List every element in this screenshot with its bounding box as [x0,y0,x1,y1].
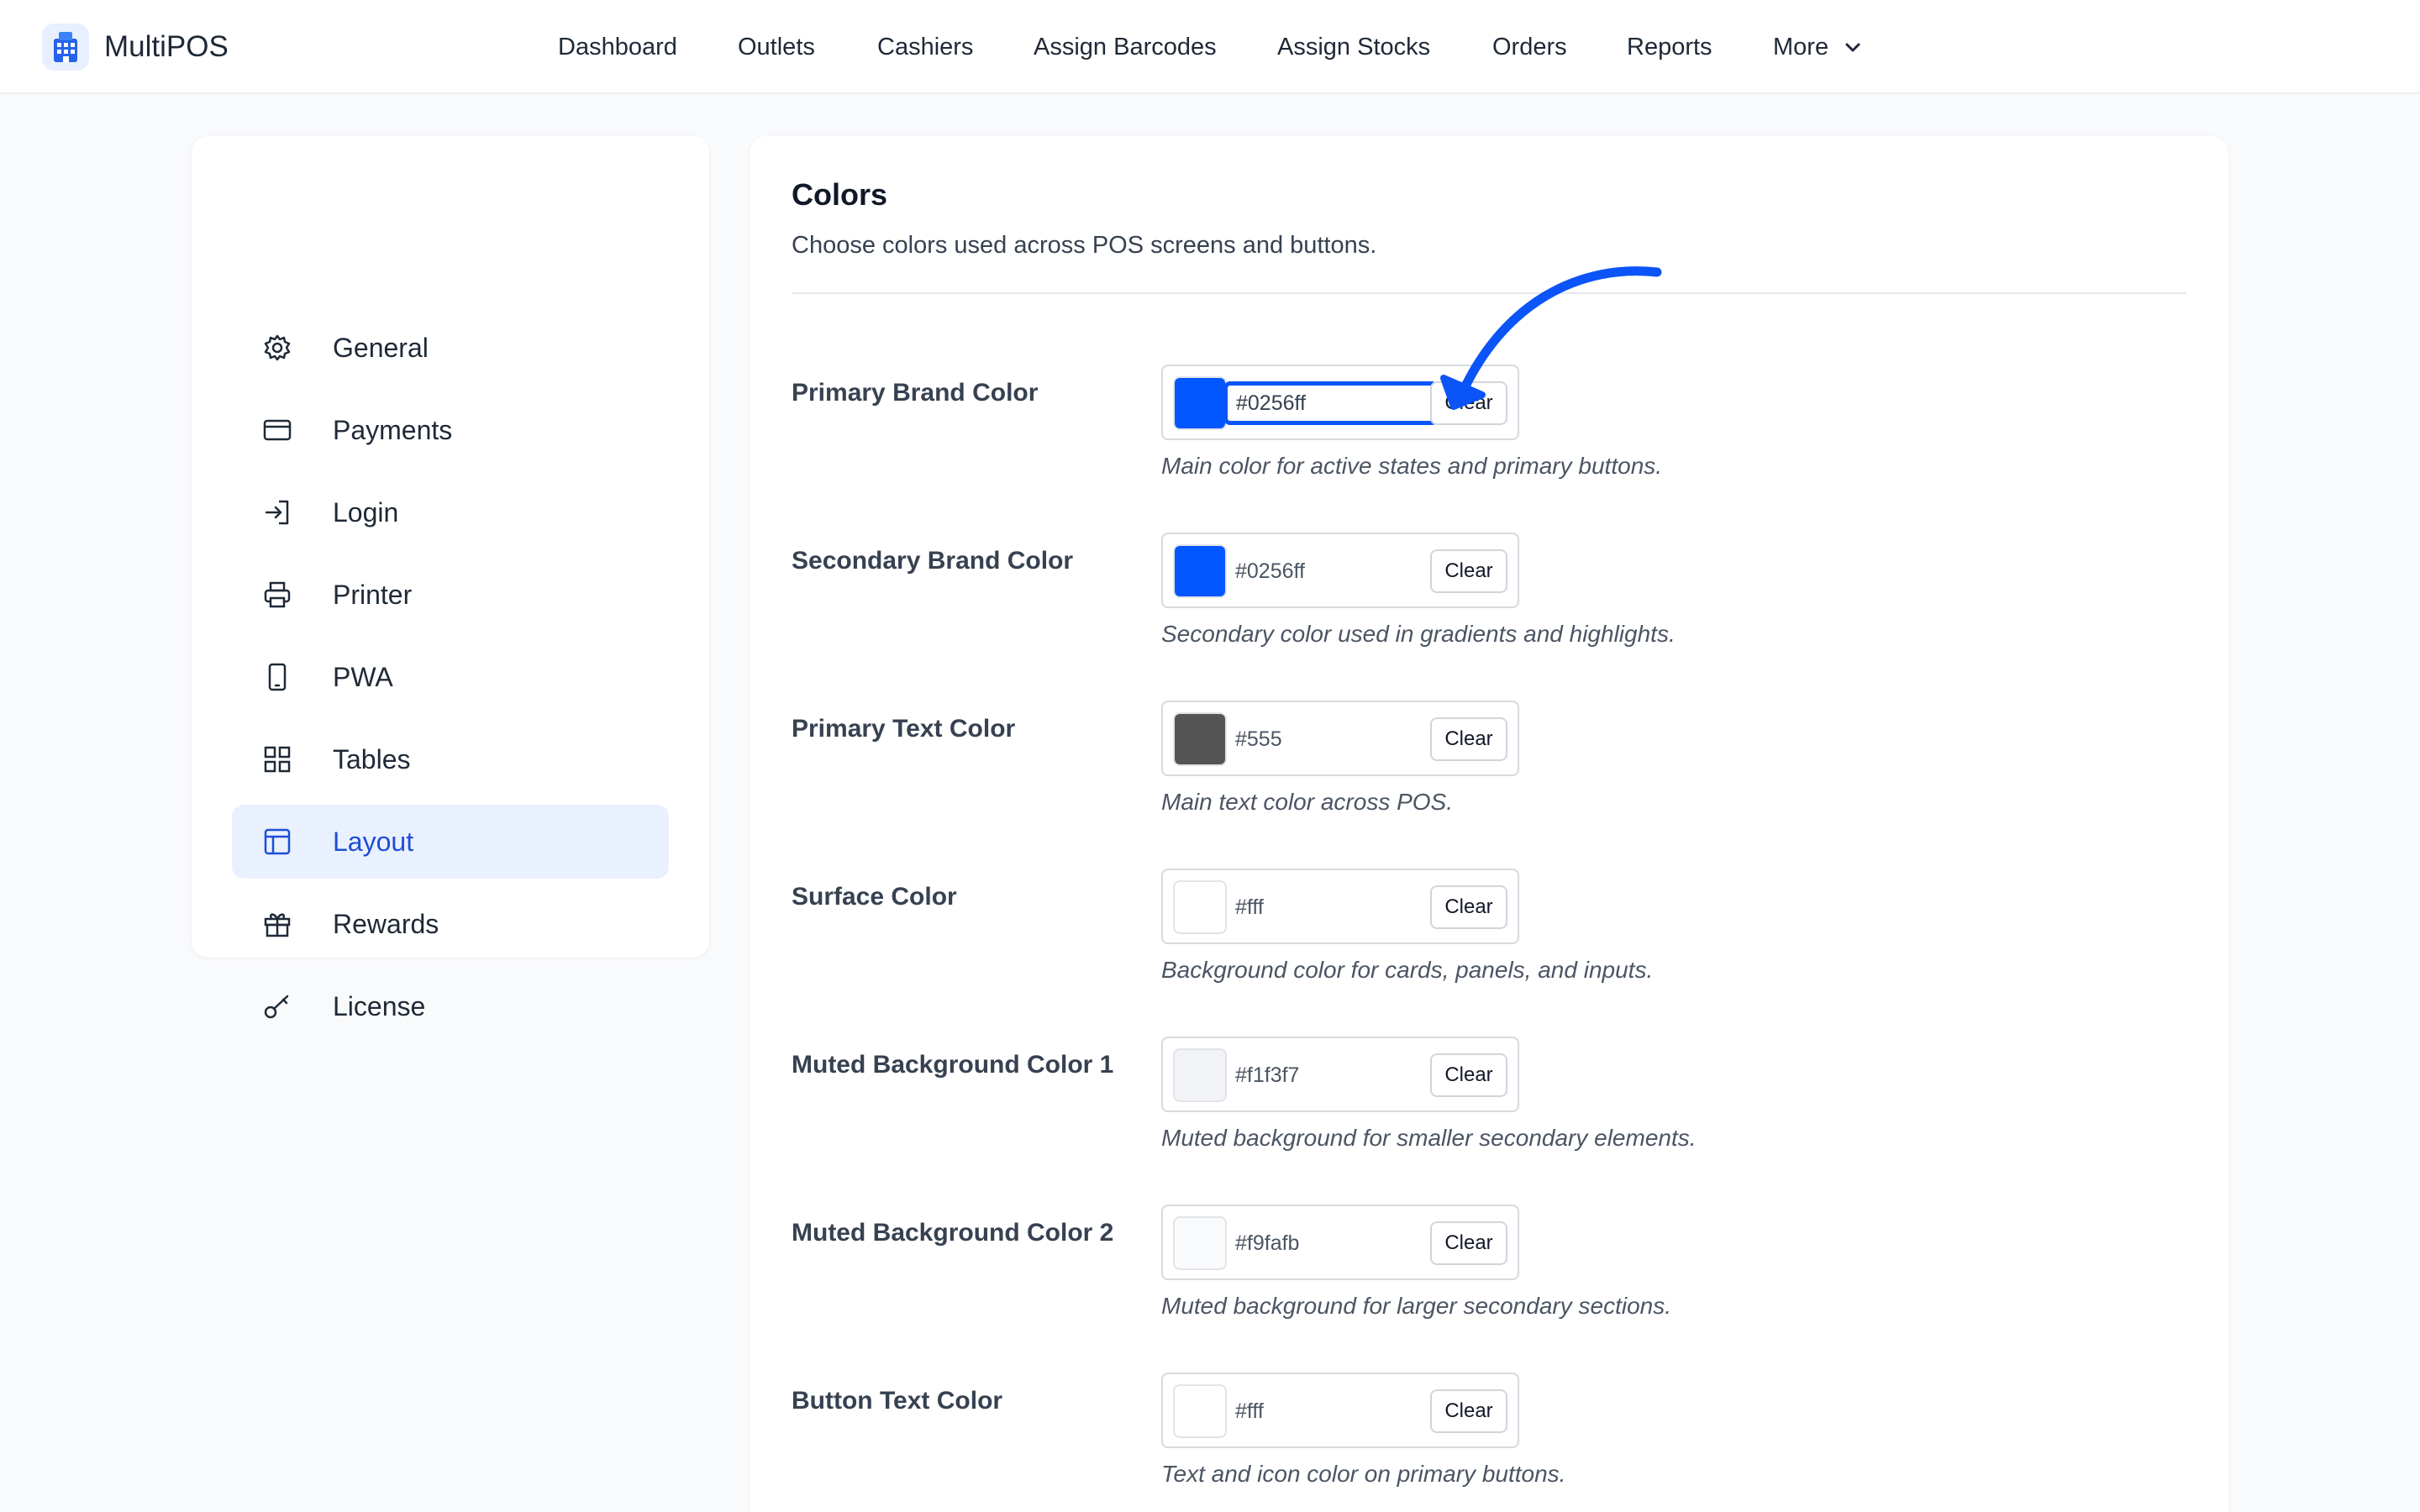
building-logo-icon [42,24,89,71]
sidebar-item-label: Rewards [333,909,439,939]
sidebar-item-label: License [333,991,426,1021]
clear-button[interactable]: Clear [1430,717,1507,761]
colors-settings-panel: Colors Choose colors used across POS scr… [750,136,2228,1512]
settings-sidebar: General Payments Login Printer PWA Table… [192,136,709,1021]
color-picker: Clear [1161,365,1519,440]
field-help: Muted background for larger secondary se… [1161,1293,1671,1319]
sidebar-item-pwa[interactable]: PWA [232,640,669,714]
field-label: Primary Text Color [792,715,1016,743]
field-label: Primary Brand Color [792,379,1039,407]
section-title: Colors [792,177,888,212]
field-help: Background color for cards, panels, and … [1161,957,1654,983]
app-name: MultiPOS [104,30,229,63]
color-picker: Clear [1161,1373,1519,1448]
divider [792,292,2186,294]
nav-more-label: More [1773,34,1829,60]
field-label: Muted Background Color 2 [792,1219,1114,1247]
clear-button[interactable]: Clear [1430,1221,1507,1265]
sidebar-item-label: Payments [333,415,453,445]
nav-assign-barcodes[interactable]: Assign Barcodes [1034,30,1217,64]
top-navigation-bar: MultiPOS Dashboard Outlets Cashiers Assi… [0,0,2420,94]
sidebar-item-general[interactable]: General [232,311,669,385]
color-swatch[interactable] [1173,712,1227,766]
hex-input[interactable] [1225,714,1435,764]
nav-dashboard[interactable]: Dashboard [558,30,677,64]
color-swatch[interactable] [1173,376,1227,430]
sidebar-item-payments[interactable]: Payments [232,393,669,467]
nav-cashiers[interactable]: Cashiers [877,30,973,64]
sidebar-item-layout[interactable]: Layout [232,805,669,879]
field-label: Button Text Color [792,1387,1003,1415]
color-swatch[interactable] [1173,1048,1227,1102]
sidebar-item-login[interactable]: Login [232,475,669,549]
sidebar-item-label: Printer [333,580,413,610]
field-help: Secondary color used in gradients and hi… [1161,621,1676,647]
clear-button[interactable]: Clear [1430,549,1507,593]
gift-icon [264,913,291,937]
clear-button[interactable]: Clear [1430,381,1507,425]
sidebar-item-label: Tables [333,744,411,774]
color-row-surface: Surface Color Clear Background color for… [792,869,2186,1037]
color-swatch[interactable] [1173,1216,1227,1270]
section-subtitle: Choose colors used across POS screens an… [792,232,1377,259]
clear-button[interactable]: Clear [1430,1053,1507,1097]
sidebar-item-license[interactable]: License [232,969,669,1043]
grid-icon [264,746,291,773]
hex-input[interactable] [1223,381,1439,425]
color-row-muted-bg-1: Muted Background Color 1 Clear Muted bac… [792,1037,2186,1205]
color-swatch[interactable] [1173,544,1227,598]
nav-outlets[interactable]: Outlets [738,30,815,64]
color-swatch[interactable] [1173,1384,1227,1438]
login-icon [265,500,289,525]
hex-input[interactable] [1225,882,1435,932]
sidebar-item-label: General [333,333,429,363]
color-row-primary-brand: Primary Brand Color Clear Main color for… [792,365,2186,533]
color-row-primary-text: Primary Text Color Clear Main text color… [792,701,2186,869]
color-picker: Clear [1161,1205,1519,1280]
sidebar-item-label: Login [333,497,399,528]
field-label: Muted Background Color 1 [792,1051,1114,1079]
color-picker: Clear [1161,533,1519,608]
mobile-device-icon [268,663,287,691]
chevron-down-icon [1845,43,1860,52]
credit-card-icon [263,419,292,441]
sidebar-item-label: Layout [333,827,414,857]
hex-input[interactable] [1225,1050,1435,1100]
nav-orders[interactable]: Orders [1492,30,1567,64]
nav-more[interactable]: More [1773,30,1862,64]
color-picker: Clear [1161,869,1519,944]
field-help: Muted background for smaller secondary e… [1161,1125,1697,1151]
color-picker: Clear [1161,1037,1519,1112]
color-swatch[interactable] [1173,880,1227,934]
sidebar-item-label: PWA [333,662,393,692]
color-row-secondary-brand: Secondary Brand Color Clear Secondary co… [792,533,2186,701]
hex-input[interactable] [1225,1386,1435,1436]
printer-icon [264,581,291,608]
layout-icon [264,828,291,855]
field-label: Surface Color [792,883,957,911]
key-icon [264,995,289,1019]
hex-input[interactable] [1225,1218,1435,1268]
field-help: Main color for active states and primary… [1161,453,1663,479]
field-help: Text and icon color on primary buttons. [1161,1461,1566,1487]
clear-button[interactable]: Clear [1430,1389,1507,1433]
sidebar-item-printer[interactable]: Printer [232,558,669,632]
nav-reports[interactable]: Reports [1627,30,1712,64]
field-label: Secondary Brand Color [792,547,1074,575]
field-help: Main text color across POS. [1161,789,1454,815]
brand[interactable]: MultiPOS [42,20,229,74]
color-row-button-text: Button Text Color Clear Text and icon co… [792,1373,2186,1512]
hex-input[interactable] [1225,546,1435,596]
sidebar-item-rewards[interactable]: Rewards [232,887,669,961]
color-row-muted-bg-2: Muted Background Color 2 Clear Muted bac… [792,1205,2186,1373]
gear-icon [264,334,291,361]
clear-button[interactable]: Clear [1430,885,1507,929]
nav-assign-stocks[interactable]: Assign Stocks [1277,30,1430,64]
color-picker: Clear [1161,701,1519,776]
sidebar-item-tables[interactable]: Tables [232,722,669,796]
